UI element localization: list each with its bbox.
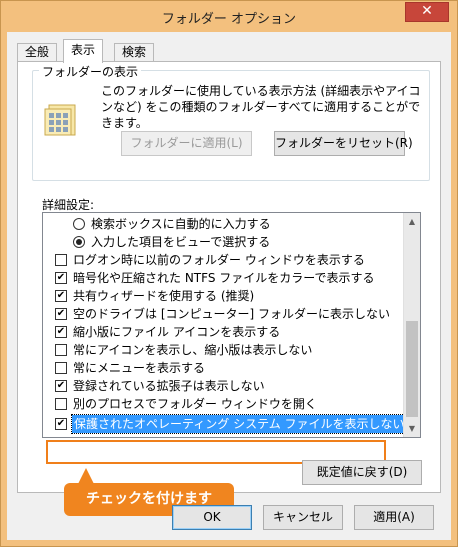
checkbox[interactable]: ✔ xyxy=(55,290,67,302)
checkbox[interactable]: ✔ xyxy=(55,272,67,284)
folder-icon xyxy=(44,104,76,136)
list-item-label: 別のプロセスでフォルダー ウィンドウを開く xyxy=(73,397,317,411)
folder-view-group: フォルダーの表示 このフォルダーに使用している表示方法 (詳細表示やアイコンなど… xyxy=(32,63,430,181)
vertical-scrollbar[interactable]: ▲ ▼ xyxy=(403,213,420,437)
dialog-client: 全般 表示 検索 フォルダーの表示 このフォルダーに使用している表示方法 (詳細… xyxy=(7,32,451,540)
tab-search[interactable]: 検索 xyxy=(114,43,155,62)
restore-defaults-button[interactable]: 既定値に戻す(D) xyxy=(302,460,422,485)
list-item-label: ログオン時に以前のフォルダー ウィンドウを表示する xyxy=(73,253,365,267)
checkbox[interactable]: ✔ xyxy=(55,380,67,392)
list-item-label: 入力した項目をビューで選択する xyxy=(91,235,271,249)
apply-to-folders-button[interactable]: フォルダーに適用(L) xyxy=(121,131,252,156)
close-button[interactable]: ✕ xyxy=(405,2,449,22)
cancel-button[interactable]: キャンセル xyxy=(263,505,343,530)
close-icon: ✕ xyxy=(421,3,433,19)
reset-folders-button[interactable]: フォルダーをリセット(R) xyxy=(274,131,413,156)
list-item-label: 登録されている拡張子は表示しない xyxy=(73,379,265,393)
list-item-label: 空のドライブは [コンピューター] フォルダーに表示しない xyxy=(73,307,390,321)
checkbox[interactable]: ✔ xyxy=(55,308,67,320)
scrollbar-thumb[interactable] xyxy=(406,321,418,417)
view-tab-panel: フォルダーの表示 このフォルダーに使用している表示方法 (詳細表示やアイコンなど… xyxy=(17,61,441,516)
checkbox[interactable] xyxy=(55,344,67,356)
radio-button[interactable] xyxy=(73,236,85,248)
advanced-settings-label: 詳細設定: xyxy=(42,198,95,212)
list-item-label: 保護されたオペレーティング システム ファイルを表示しない (推奨) xyxy=(71,414,420,434)
checkbox[interactable] xyxy=(55,362,67,374)
advanced-settings-list[interactable]: 検索ボックスに自動的に入力する 入力した項目をビューで選択する ログオン時に以前… xyxy=(42,212,421,438)
tab-view[interactable]: 表示 xyxy=(63,39,104,63)
checkbox[interactable]: ✔ xyxy=(55,326,67,338)
list-item-label: 共有ウィザードを使用する (推奨) xyxy=(73,289,255,303)
title-bar[interactable]: フォルダー オプション ✕ xyxy=(1,1,457,32)
list-item-label: 常にアイコンを表示し、縮小版は表示しない xyxy=(73,343,313,357)
radio-selected-dot xyxy=(76,239,82,245)
folder-view-group-label: フォルダーの表示 xyxy=(39,63,142,80)
list-item-label: 縮小版にファイル アイコンを表示する xyxy=(73,325,281,339)
list-item-label: 暗号化や圧縮された NTFS ファイルをカラーで表示する xyxy=(73,271,375,285)
callout-pointer xyxy=(78,468,94,484)
window-title: フォルダー オプション xyxy=(161,12,297,27)
folder-view-description: このフォルダーに使用している表示方法 (詳細表示やアイコンなど) をこの種類のフ… xyxy=(101,84,421,130)
checkbox[interactable] xyxy=(55,254,67,266)
checkbox[interactable] xyxy=(55,398,67,410)
radio-button[interactable] xyxy=(73,218,85,230)
apply-button[interactable]: 適用(A) xyxy=(354,505,434,530)
scroll-down-icon[interactable]: ▼ xyxy=(404,420,420,437)
list-item-label: 検索ボックスに自動的に入力する xyxy=(91,217,271,231)
ok-button[interactable]: OK xyxy=(172,505,252,530)
folder-options-window: フォルダー オプション ✕ 全般 表示 検索 フォルダーの表示 このフォルダーに… xyxy=(0,0,458,547)
scroll-up-icon[interactable]: ▲ xyxy=(404,213,420,230)
list-item-label: 常にメニューを表示する xyxy=(73,361,206,375)
tab-general[interactable]: 全般 xyxy=(17,43,58,62)
checkbox[interactable]: ✔ xyxy=(55,418,67,430)
